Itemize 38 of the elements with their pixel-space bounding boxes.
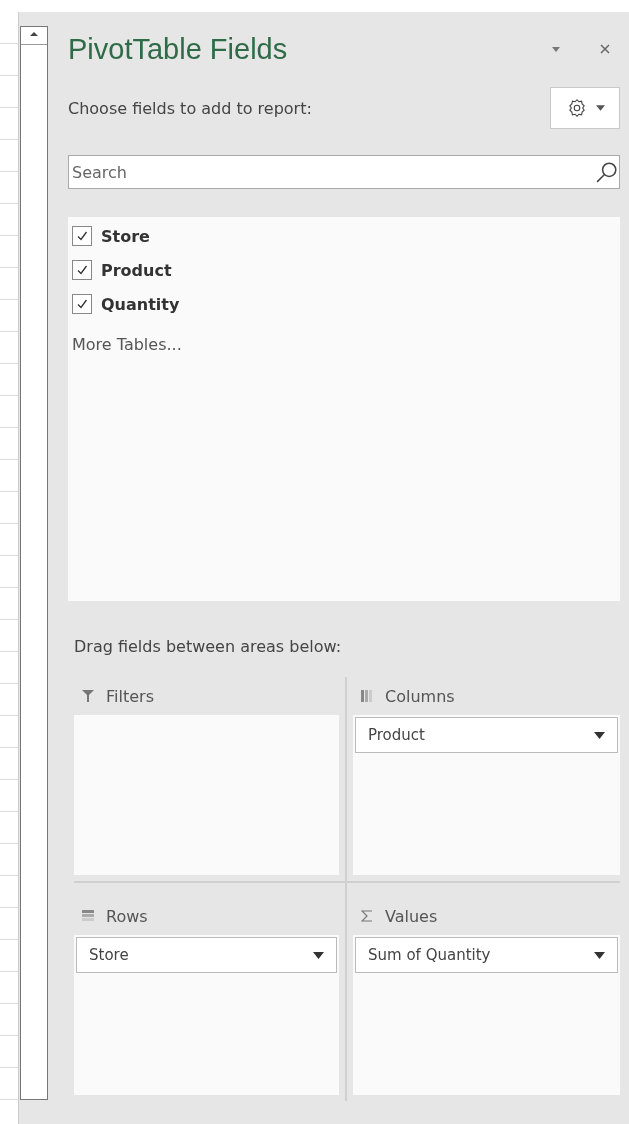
- field-dropdown[interactable]: Sum of Quantity: [355, 937, 618, 973]
- field-label[interactable]: Quantity: [101, 294, 180, 314]
- caret-icon: [595, 105, 605, 111]
- area-label: Columns: [385, 686, 455, 706]
- sigma-icon: [361, 910, 373, 922]
- area-drop-box[interactable]: Store: [74, 935, 339, 1095]
- scrollbar[interactable]: [20, 26, 48, 1100]
- pane-title: PivotTable Fields: [68, 32, 289, 66]
- area-label: Rows: [106, 906, 148, 926]
- checkmark-icon: [76, 298, 88, 310]
- field-dropdown[interactable]: Store: [76, 937, 337, 973]
- pane-subtitle: Choose fields to add to report:: [68, 98, 313, 118]
- columns-icon: [361, 690, 373, 702]
- caret-icon: [313, 951, 324, 959]
- field-dropdown[interactable]: Product: [355, 717, 618, 753]
- search-field[interactable]: Search: [68, 155, 620, 189]
- field-label[interactable]: Product: [101, 260, 172, 280]
- caret-icon: [594, 951, 605, 959]
- pane-menu-caret-icon[interactable]: [552, 46, 560, 52]
- scroll-up-icon[interactable]: [29, 31, 39, 37]
- area-drop-box[interactable]: Sum of Quantity: [353, 935, 620, 1095]
- area-drop-box[interactable]: Product: [353, 715, 620, 875]
- caret-icon: [594, 731, 605, 739]
- areas-instruction: Drag fields between areas below:: [74, 637, 343, 658]
- checkmark-icon: [76, 230, 88, 242]
- area-label: Filters: [106, 686, 154, 706]
- area-label: Values: [385, 906, 438, 926]
- search-icon: [596, 161, 618, 183]
- checkbox[interactable]: [72, 260, 92, 280]
- checkbox[interactable]: [72, 294, 92, 314]
- checkmark-icon: [76, 264, 88, 276]
- settings-button[interactable]: [550, 87, 620, 129]
- rows-icon: [82, 910, 94, 922]
- checkbox[interactable]: [72, 226, 92, 246]
- field-label[interactable]: Store: [101, 226, 150, 246]
- filter-icon: [82, 690, 94, 702]
- close-icon[interactable]: [600, 44, 610, 54]
- more-tables-link[interactable]: More Tables...: [72, 335, 182, 354]
